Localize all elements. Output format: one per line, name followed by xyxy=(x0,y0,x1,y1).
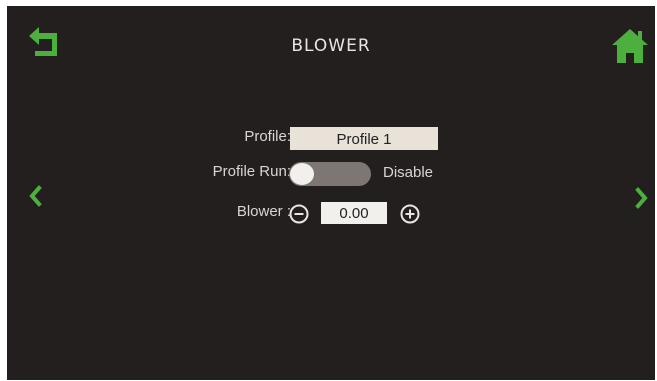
next-page-button[interactable] xyxy=(634,186,650,210)
blower-decrease-button[interactable] xyxy=(289,204,309,224)
chevron-right-icon xyxy=(635,187,648,209)
home-icon xyxy=(612,29,648,63)
profile-run-toggle[interactable] xyxy=(289,162,371,186)
blower-increase-button[interactable] xyxy=(400,204,420,224)
profile-run-label: Profile Run: xyxy=(212,163,291,180)
chevron-left-icon xyxy=(29,185,42,207)
profile-select[interactable]: Profile 1 xyxy=(290,127,438,150)
page-title: BLOWER xyxy=(291,36,371,56)
plus-circle-icon xyxy=(400,204,420,224)
blower-value-input[interactable]: 0.00 xyxy=(321,202,387,224)
minus-circle-icon xyxy=(289,204,309,224)
toggle-knob xyxy=(290,163,314,185)
hmi-screen: BLOWER Profile: Profile 1 Profile Run: D… xyxy=(7,6,655,380)
home-button[interactable] xyxy=(611,28,649,64)
profile-label: Profile: xyxy=(244,128,291,145)
previous-page-button[interactable] xyxy=(27,184,43,208)
profile-run-state: Disable xyxy=(383,164,434,181)
blower-label: Blower : xyxy=(236,203,291,220)
